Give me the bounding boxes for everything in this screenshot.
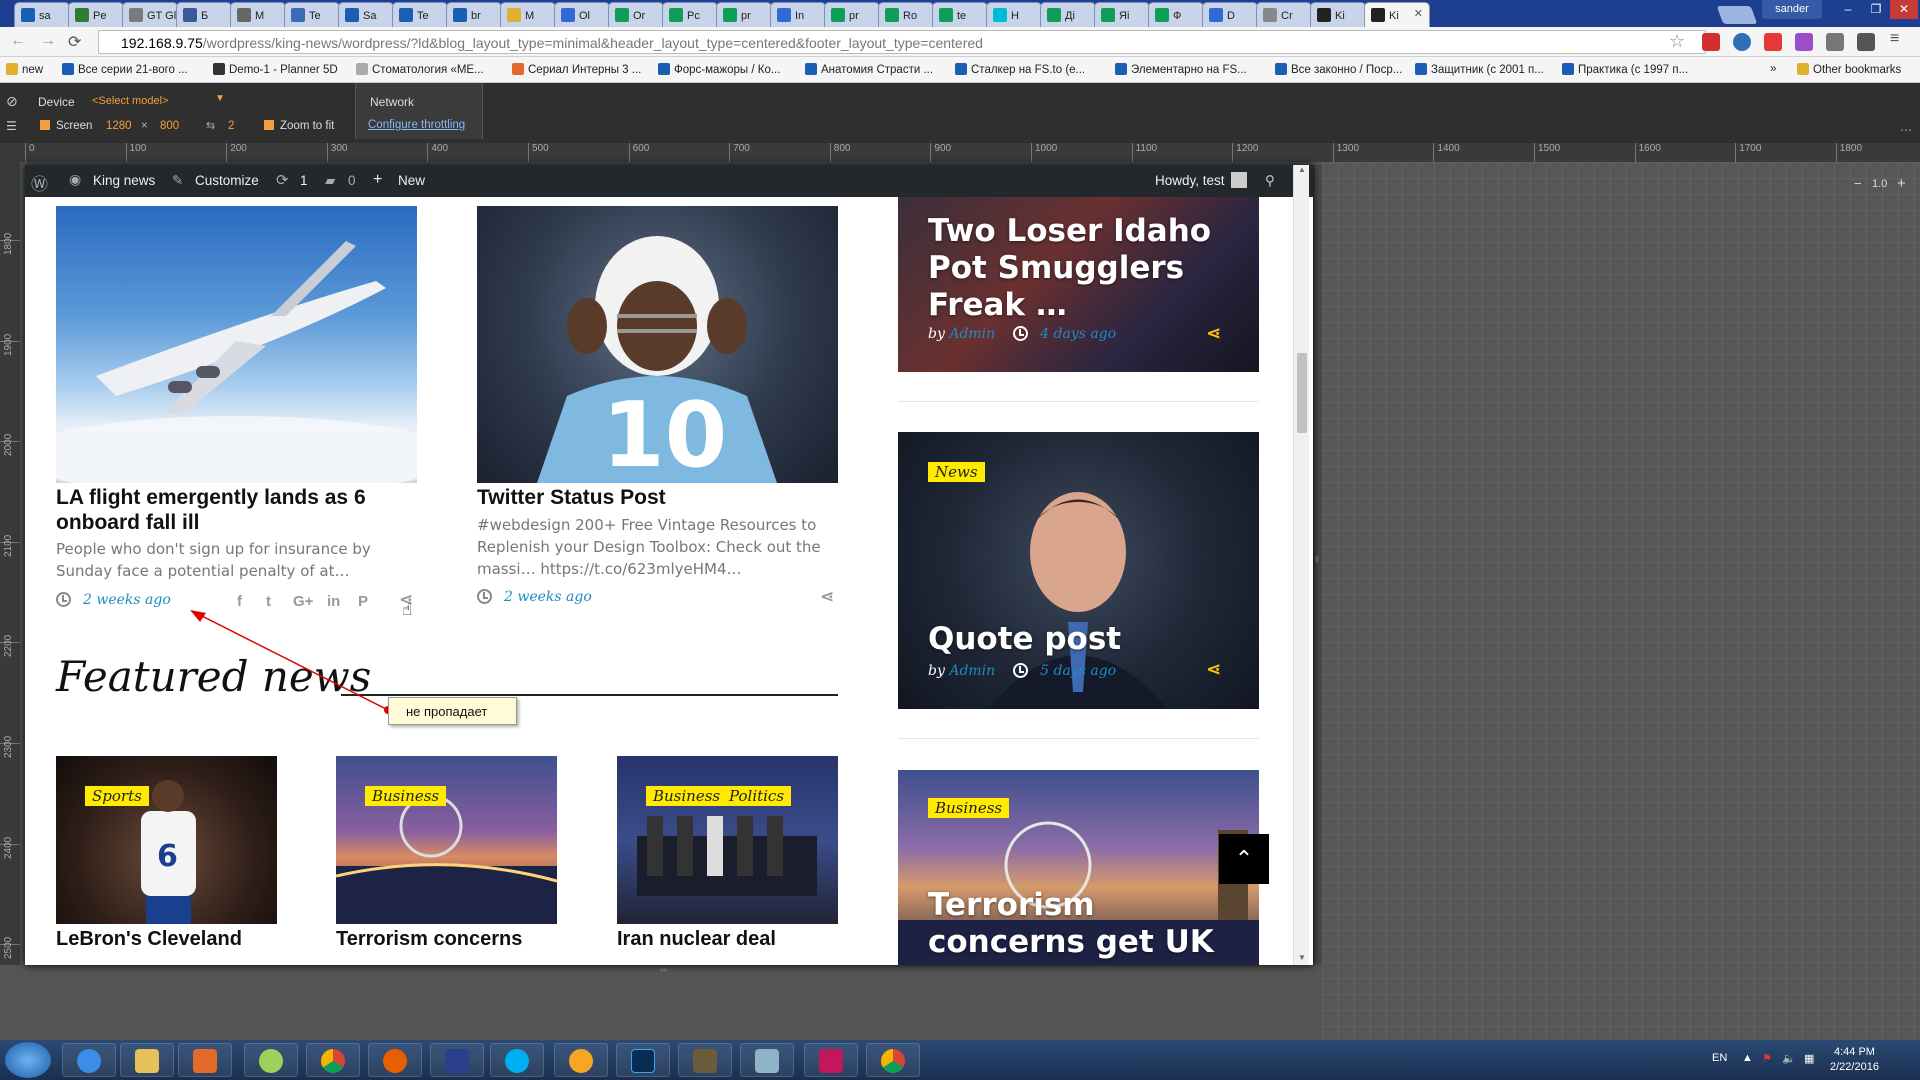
tab-label: Ki	[1389, 10, 1399, 22]
tray-flag-icon[interactable]: ⚑	[1762, 1052, 1772, 1065]
clock-date: 2/22/2016	[1830, 1061, 1879, 1073]
volume-icon[interactable]: 🔈	[1782, 1052, 1796, 1065]
app-taskbar-button[interactable]	[554, 1043, 608, 1077]
close-tab-icon[interactable]: ✕	[1414, 7, 1423, 20]
clock-time: 4:44 PM	[1833, 1046, 1875, 1058]
skype-taskbar-button[interactable]	[490, 1043, 544, 1077]
network-icon[interactable]: ▦	[1804, 1052, 1814, 1065]
app-taskbar-button[interactable]	[678, 1043, 732, 1077]
app-taskbar-button[interactable]	[804, 1043, 858, 1077]
firefox-taskbar-button[interactable]	[368, 1043, 422, 1077]
ie-taskbar-button[interactable]	[62, 1043, 116, 1077]
annotation-arrow	[190, 610, 392, 714]
favicon-icon	[1371, 8, 1385, 22]
taskbar: EN ▲ ⚑ 🔈 ▦ 4:44 PM 2/22/2016	[0, 1040, 1920, 1080]
start-button[interactable]	[5, 1042, 51, 1078]
photoshop-taskbar-button[interactable]	[616, 1043, 670, 1077]
language-indicator[interactable]: EN	[1712, 1052, 1727, 1064]
floppy-taskbar-button[interactable]	[430, 1043, 484, 1077]
annotation-note: не пропадает	[388, 697, 517, 725]
browser-tab[interactable]: Ki ✕	[1364, 2, 1430, 27]
chrome-taskbar-button[interactable]	[306, 1043, 360, 1077]
explorer-taskbar-button[interactable]	[120, 1043, 174, 1077]
app-taskbar-button[interactable]	[244, 1043, 298, 1077]
media-taskbar-button[interactable]	[178, 1043, 232, 1077]
system-clock[interactable]: 4:44 PM 2/22/2016	[1830, 1045, 1879, 1075]
chrome-taskbar-button[interactable]	[866, 1043, 920, 1077]
app-taskbar-button[interactable]	[740, 1043, 794, 1077]
tray-expand-icon[interactable]: ▲	[1742, 1052, 1753, 1064]
